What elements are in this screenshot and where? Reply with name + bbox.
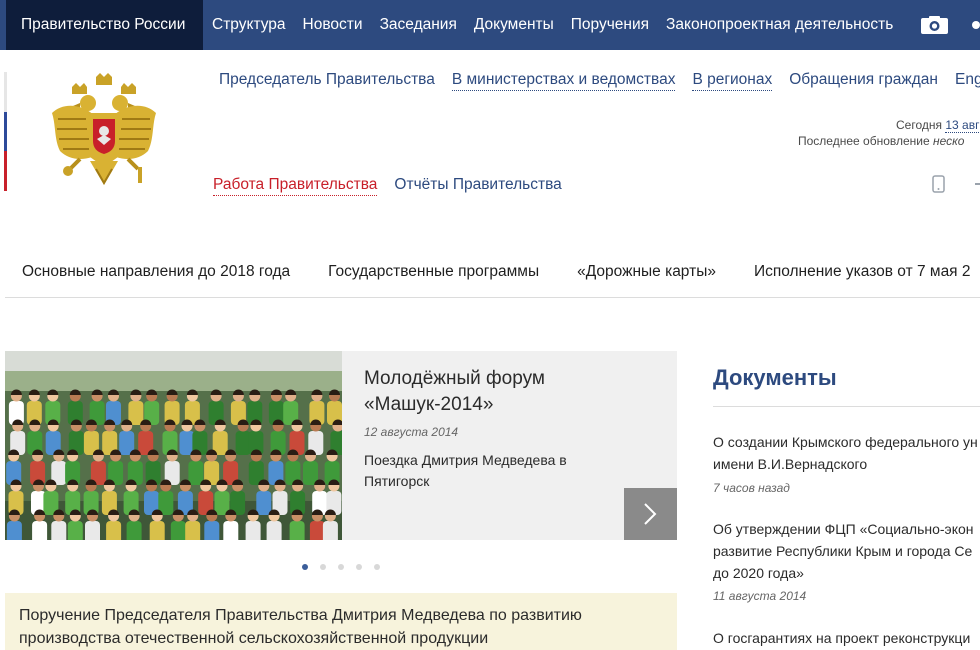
edge-icon[interactable] bbox=[975, 183, 980, 185]
section-english[interactable]: Eng bbox=[955, 70, 980, 91]
subnav-government-reports[interactable]: Отчёты Правительства bbox=[394, 175, 561, 196]
flag-stripe bbox=[4, 72, 7, 191]
directions-menu: Основные направления до 2018 года Госуда… bbox=[22, 262, 980, 282]
direction-state-programs[interactable]: Государственные программы bbox=[328, 262, 539, 282]
slide-description: Поездка Дмитрия Медведева в Пятигорск bbox=[364, 452, 567, 489]
camera-icon[interactable] bbox=[921, 16, 948, 34]
top-nav-menu: Структура Новости Заседания Документы По… bbox=[212, 0, 910, 50]
pager-dot-3[interactable] bbox=[338, 564, 344, 570]
notice-link[interactable]: Поручение Председателя Правительства Дми… bbox=[19, 604, 639, 650]
pager-dot-2[interactable] bbox=[320, 564, 326, 570]
slide-title[interactable]: Молодёжный форум «Машук-2014» bbox=[364, 366, 624, 418]
section-citizen-appeals[interactable]: Обращения граждан bbox=[789, 70, 938, 91]
top-nav-documents[interactable]: Документы bbox=[474, 0, 554, 50]
slide-date: 12 августа 2014 bbox=[364, 425, 459, 439]
today-date: Сегодня 13 авг bbox=[896, 118, 980, 133]
today-value-link[interactable]: 13 авг bbox=[945, 118, 980, 133]
section-navigation: Председатель Правительства В министерств… bbox=[219, 70, 980, 91]
pager-dot-4[interactable] bbox=[356, 564, 362, 570]
updated-label: Последнее обновление bbox=[798, 134, 930, 148]
top-nav-meetings[interactable]: Заседания bbox=[380, 0, 457, 50]
subnav-government-work[interactable]: Работа Правительства bbox=[213, 175, 378, 196]
document-title-1-cont[interactable]: имени В.И.Вернадского bbox=[713, 453, 980, 475]
coat-of-arms-emblem[interactable] bbox=[50, 73, 158, 189]
pager-dot-1[interactable] bbox=[302, 564, 308, 570]
top-nav-orders[interactable]: Поручения bbox=[571, 0, 649, 50]
slide-next-button[interactable] bbox=[624, 488, 677, 540]
direction-road-maps[interactable]: «Дорожные карты» bbox=[577, 262, 716, 282]
document-title-2-end[interactable]: до 2020 года» bbox=[713, 562, 980, 584]
today-label: Сегодня bbox=[896, 118, 942, 132]
government-work-navigation: Работа Правительства Отчёты Правительств… bbox=[213, 175, 579, 196]
document-time-1: 7 часов назад bbox=[713, 481, 790, 495]
forum-crowd-photo[interactable] bbox=[5, 351, 342, 540]
pager-dot-5[interactable] bbox=[374, 564, 380, 570]
more-icon[interactable] bbox=[972, 21, 980, 29]
document-title-1[interactable]: О создании Крымского федерального ун bbox=[713, 431, 980, 453]
document-title-3[interactable]: О госгарантиях на проект реконструкци bbox=[713, 627, 980, 649]
brand-link[interactable]: Правительство России bbox=[6, 0, 203, 50]
last-updated: Последнее обновление неско bbox=[798, 134, 964, 148]
mobile-version-icon[interactable] bbox=[932, 175, 945, 193]
top-nav-news[interactable]: Новости bbox=[303, 0, 363, 50]
section-ministries[interactable]: В министерствах и ведомствах bbox=[451, 70, 676, 91]
top-nav-legislation[interactable]: Законопроектная деятельность bbox=[666, 0, 893, 50]
direction-decrees[interactable]: Исполнение указов от 7 мая 2 bbox=[754, 262, 971, 282]
documents-heading[interactable]: Документы bbox=[713, 365, 837, 391]
updated-value: неско bbox=[933, 134, 965, 148]
documents-divider bbox=[713, 406, 980, 407]
document-title-2-cont[interactable]: развитие Республики Крым и города Се bbox=[713, 540, 980, 562]
top-nav-structure[interactable]: Структура bbox=[212, 0, 286, 50]
chevron-right-icon bbox=[644, 503, 657, 525]
document-time-2: 11 августа 2014 bbox=[713, 589, 807, 603]
slide-pager bbox=[302, 564, 392, 570]
section-chairman[interactable]: Председатель Правительства bbox=[219, 70, 435, 91]
document-title-2[interactable]: Об утверждении ФЦП «Социально-экон bbox=[713, 518, 980, 540]
section-regions[interactable]: В регионах bbox=[692, 70, 773, 91]
top-navigation-bar: Правительство России Структура Новости З… bbox=[0, 0, 980, 50]
divider bbox=[5, 297, 980, 298]
direction-main-2018[interactable]: Основные направления до 2018 года bbox=[22, 262, 290, 282]
